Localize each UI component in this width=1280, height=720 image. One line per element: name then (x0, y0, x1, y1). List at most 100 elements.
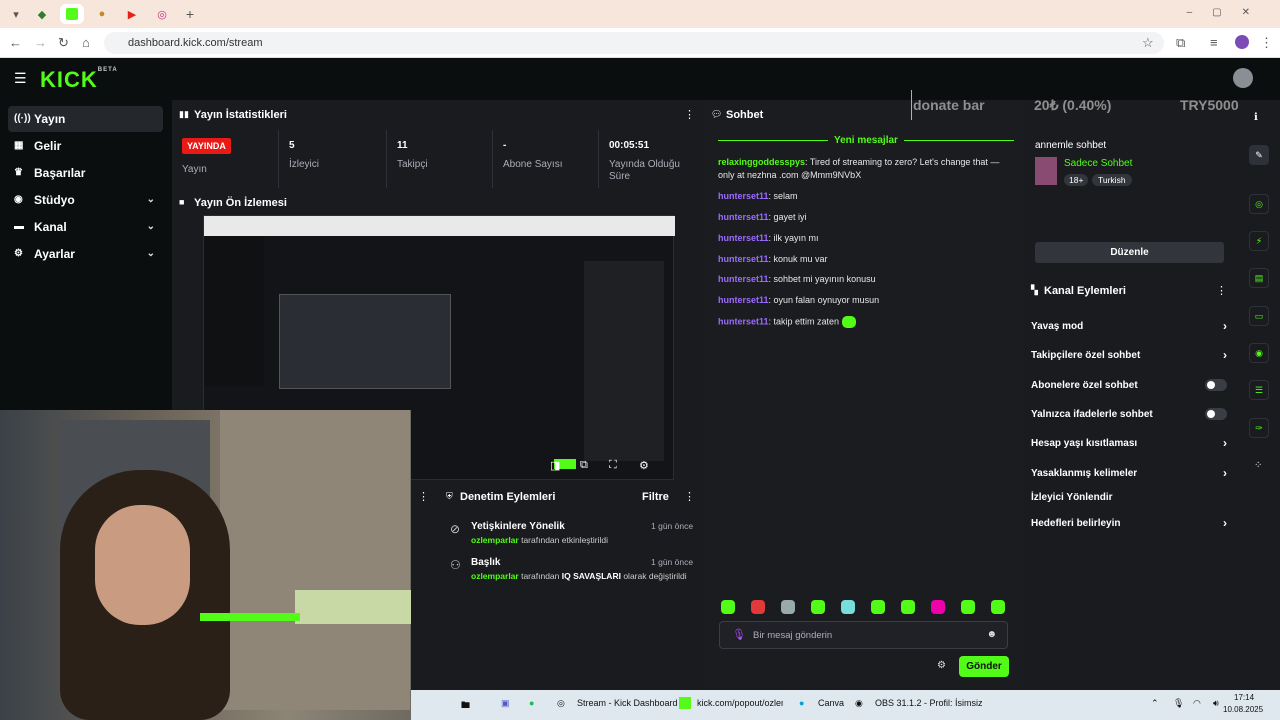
send-button[interactable]: Gönder (959, 656, 1009, 677)
channel-action-row[interactable]: İzleyici Yönlendir (1031, 492, 1227, 503)
taskbar-item[interactable]: Stream - Kick Dashboard (577, 698, 678, 708)
toggle-switch[interactable] (1205, 379, 1227, 391)
chat-message: relaxinggoddesspys: Tired of streaming t… (718, 157, 1000, 180)
stats-title: Yayın İstatistikleri (194, 109, 287, 121)
revenue-icon: ▦ (14, 140, 24, 151)
browser-menu-icon[interactable]: ⋮ (1260, 35, 1273, 51)
kick-logo[interactable]: KICKBETA (40, 67, 118, 93)
title-edit-icon: ⚇ (450, 558, 461, 572)
tab-instagram-icon[interactable]: ◎ (150, 4, 174, 24)
sidebar-item-label: Gelir (34, 139, 62, 153)
user-avatar[interactable] (1233, 68, 1253, 88)
browser-tab-bar: ▾ ◆ ● ▶ ◎ + –▢✕ (0, 0, 1280, 28)
url-input[interactable]: dashboard.kick.com/stream (104, 32, 1164, 54)
sidebar-item-gelir[interactable]: ▦ Gelir (8, 133, 163, 159)
sidebar-item-yayin[interactable]: ((·)) Yayın (8, 106, 163, 132)
emote-icon[interactable] (721, 600, 735, 614)
stat-viewers: 5 İzleyici (278, 130, 386, 188)
channel-action-row[interactable]: Yavaş mod › (1031, 319, 1227, 333)
target-icon[interactable]: ◎ (1249, 194, 1269, 214)
obs-icon[interactable]: ◉ (855, 698, 863, 709)
chrome-icon[interactable]: ◎ (557, 698, 565, 709)
reload-icon[interactable]: ↻ (58, 35, 69, 51)
tray-chevron-icon[interactable]: ⌃ (1151, 698, 1159, 709)
kick-icon[interactable] (679, 697, 691, 709)
channel-action-row[interactable]: Takipçilere özel sohbet › (1031, 348, 1227, 362)
chat-settings-icon[interactable]: ⚙ (937, 660, 946, 671)
emote-icon[interactable] (781, 600, 795, 614)
sidebar-item-ayarlar[interactable]: ⚙ Ayarlar ⌄ (8, 241, 163, 267)
tab-shield-icon[interactable]: ◆ (30, 4, 54, 24)
emoji-icon[interactable]: ☻ (986, 629, 997, 640)
mic-tray-icon[interactable]: 🎙︎ (1173, 698, 1184, 709)
taskbar-item[interactable]: OBS 31.1.2 - Profil: İsimsiz (875, 698, 983, 708)
volume-icon[interactable]: 🔊︎ (1213, 698, 1219, 709)
edit-pencil-icon[interactable]: ✎ (1249, 145, 1269, 165)
wrench-icon[interactable]: ✑ (1249, 418, 1269, 438)
sidebar-item-studyo[interactable]: ◉ Stüdyo ⌄ (8, 187, 163, 213)
viewers-label: İzleyici (289, 159, 320, 170)
microphone-icon[interactable]: 🎙︎ (732, 628, 746, 641)
lightning-icon[interactable]: ⚡︎ (1249, 231, 1269, 251)
media-icon[interactable]: ≡ (1210, 35, 1218, 50)
taskbar-item[interactable]: Canva (818, 698, 844, 708)
filter-button[interactable]: Filtre (642, 491, 669, 503)
more-icon[interactable]: ⁘ (1254, 460, 1262, 471)
clock-date[interactable]: 10.08.2025 (1223, 705, 1263, 714)
emote-icon[interactable] (811, 600, 825, 614)
tab-list-icon[interactable]: ▾ (4, 4, 28, 24)
new-tab-button[interactable]: + (178, 4, 202, 24)
tab-other-icon[interactable]: ● (90, 4, 114, 24)
profile-avatar[interactable] (1235, 35, 1249, 49)
chat-input[interactable]: 🎙︎ Bir mesaj gönderin ☻ (719, 621, 1008, 649)
channel-action-row[interactable]: Hedefleri belirleyin › (1031, 516, 1227, 530)
tab-youtube-icon[interactable]: ▶ (120, 4, 144, 24)
chat-icon[interactable]: ▭ (1249, 306, 1269, 326)
channel-actions-menu-icon[interactable]: ⋮ (1216, 284, 1227, 297)
canva-icon[interactable]: ● (799, 698, 804, 708)
emote-icon[interactable] (751, 600, 765, 614)
edit-button[interactable]: Düzenle (1035, 242, 1224, 263)
teams-icon[interactable]: ▣ (501, 698, 510, 709)
back-icon[interactable]: ← (9, 35, 22, 50)
clock-time[interactable]: 17:14 (1234, 693, 1254, 702)
wifi-icon[interactable]: ◠ (1193, 698, 1201, 709)
home-icon[interactable]: ⌂ (82, 35, 90, 50)
channel-action-row[interactable]: Yasaklanmış kelimeler › (1031, 466, 1227, 480)
emote-icon[interactable] (991, 600, 1005, 614)
emote-icon[interactable] (961, 600, 975, 614)
emote-icon[interactable] (841, 600, 855, 614)
theatre-mode-icon[interactable]: ◨ (550, 459, 560, 472)
category-name[interactable]: Sadece Sohbet (1064, 158, 1132, 169)
toggle-switch[interactable] (1205, 408, 1227, 420)
taskbar-item[interactable]: kick.com/popout/ozlem (697, 698, 783, 708)
fullscreen-icon[interactable]: ⛶ (609, 459, 617, 472)
settings-gear-icon[interactable]: ⚙ (639, 459, 649, 472)
app-icon[interactable]: 🖿︎ (461, 698, 470, 714)
moderation-menu-icon[interactable]: ⋮ (684, 490, 695, 503)
preview-mirror-actions (584, 261, 664, 461)
sidebar-item-label: Kanal (34, 220, 67, 234)
document-icon[interactable]: ▤ (1249, 268, 1269, 288)
window-controls[interactable]: –▢✕ (1187, 7, 1270, 18)
sidebar-item-basarilar[interactable]: ♛ Başarılar (8, 160, 163, 186)
emote-icon[interactable] (871, 600, 885, 614)
emote-icon[interactable] (901, 600, 915, 614)
collapsed-panel-menu-icon[interactable]: ⋮ (418, 490, 429, 503)
sidebar-item-label: Stüdyo (34, 193, 75, 207)
info-icon[interactable]: ℹ (1254, 112, 1258, 123)
chevron-right-icon: › (1223, 466, 1227, 480)
layout-icon[interactable]: ☰ (1249, 380, 1269, 400)
forward-icon[interactable]: → (34, 35, 47, 50)
popout-icon[interactable]: ⧉ (580, 459, 588, 472)
emote-icon[interactable] (931, 600, 945, 614)
extensions-icon[interactable]: ⧉ (1176, 35, 1185, 51)
tab-kick[interactable] (60, 4, 84, 24)
channel-action-row[interactable]: Hesap yaşı kısıtlaması › (1031, 436, 1227, 450)
broadcast-icon[interactable]: ◉ (1249, 343, 1269, 363)
hamburger-menu-icon[interactable]: ☰ (14, 70, 27, 87)
stats-menu-icon[interactable]: ⋮ (684, 108, 695, 121)
spotify-icon[interactable]: ● (529, 698, 534, 708)
sidebar-item-kanal[interactable]: ▬ Kanal ⌄ (8, 214, 163, 240)
bookmark-icon[interactable]: ☆ (1142, 35, 1154, 51)
